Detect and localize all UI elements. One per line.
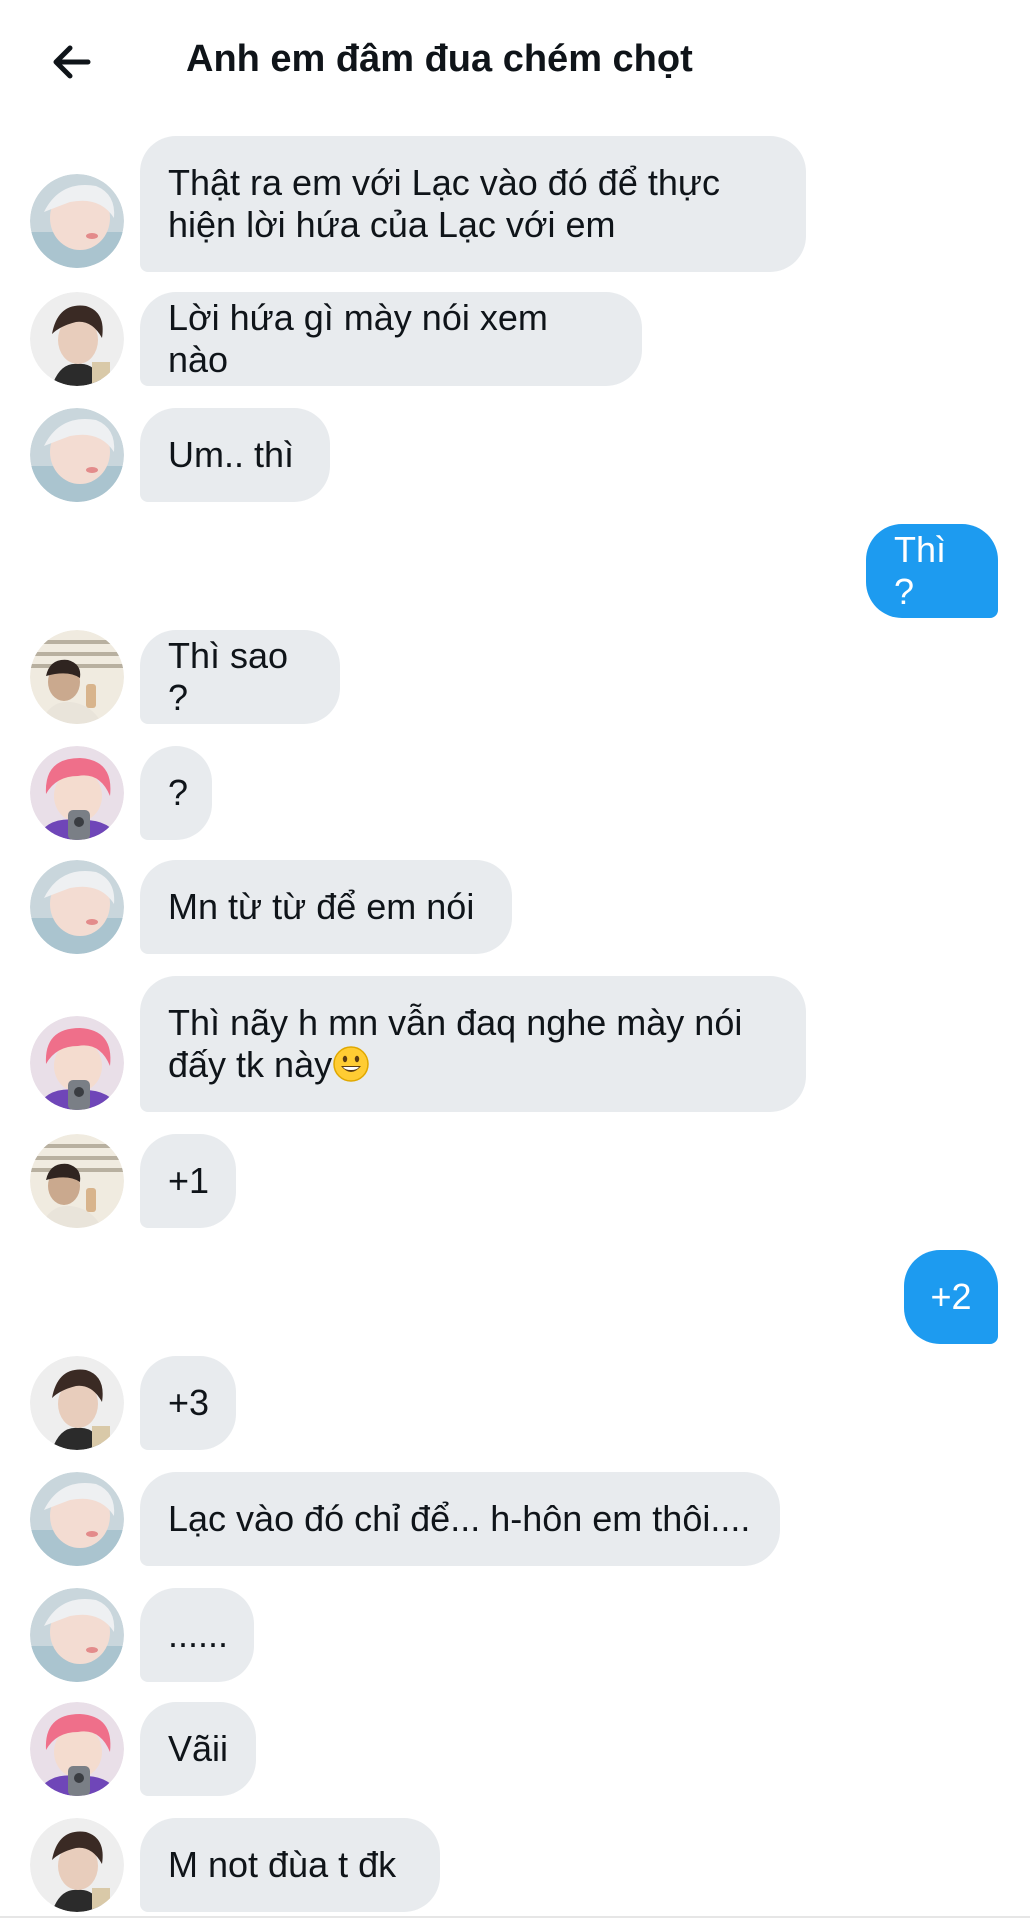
- sender-avatar-pale-hair[interactable]: [30, 860, 124, 954]
- sender-avatar-pale-hair[interactable]: [30, 1588, 124, 1682]
- grinning-face-emoji: [332, 1045, 370, 1083]
- sender-avatar-pale-hair[interactable]: [30, 174, 124, 268]
- message-bubble[interactable]: +3: [140, 1356, 236, 1450]
- sender-avatar-window-light[interactable]: [30, 630, 124, 724]
- sender-avatar-pink-hair[interactable]: [30, 1702, 124, 1796]
- divider: [0, 1916, 1030, 1918]
- sender-avatar-dark-hair[interactable]: [30, 292, 124, 386]
- sender-avatar-dark-hair[interactable]: [30, 1356, 124, 1450]
- message-bubble[interactable]: Lời hứa gì mày nói xem nào: [140, 292, 642, 386]
- message-bubble[interactable]: Thì sao ?: [140, 630, 340, 724]
- message-bubble[interactable]: Thật ra em với Lạc vào đó để thực hiện l…: [140, 136, 806, 272]
- message-bubble[interactable]: Thì nãy h mn vẫn đaq nghe mày nói đấy tk…: [140, 976, 806, 1112]
- message-bubble[interactable]: Lạc vào đó chỉ để... h-hôn em thôi....: [140, 1472, 780, 1566]
- message-bubble[interactable]: Um.. thì: [140, 408, 330, 502]
- sender-avatar-pink-hair[interactable]: [30, 1016, 124, 1110]
- message-bubble[interactable]: M not đùa t đk: [140, 1818, 440, 1912]
- message-bubble[interactable]: ?: [140, 746, 212, 840]
- sender-avatar-pale-hair[interactable]: [30, 1472, 124, 1566]
- sender-avatar-pale-hair[interactable]: [30, 408, 124, 502]
- message-bubble[interactable]: Vãii: [140, 1702, 256, 1796]
- message-thread[interactable]: Thật ra em với Lạc vào đó để thực hiện l…: [0, 0, 1030, 1920]
- message-text: Thì nãy h mn vẫn đaq nghe mày nói đấy tk…: [168, 1002, 742, 1086]
- message-bubble-outgoing[interactable]: +2: [904, 1250, 998, 1344]
- message-bubble-outgoing[interactable]: Thì ?: [866, 524, 998, 618]
- sender-avatar-dark-hair[interactable]: [30, 1818, 124, 1912]
- message-bubble[interactable]: +1: [140, 1134, 236, 1228]
- sender-avatar-window-light[interactable]: [30, 1134, 124, 1228]
- message-text-content: Thì nãy h mn vẫn đaq nghe mày nói đấy tk…: [168, 1002, 743, 1085]
- message-bubble[interactable]: ......: [140, 1588, 254, 1682]
- sender-avatar-pink-hair[interactable]: [30, 746, 124, 840]
- message-bubble[interactable]: Mn từ từ để em nói: [140, 860, 512, 954]
